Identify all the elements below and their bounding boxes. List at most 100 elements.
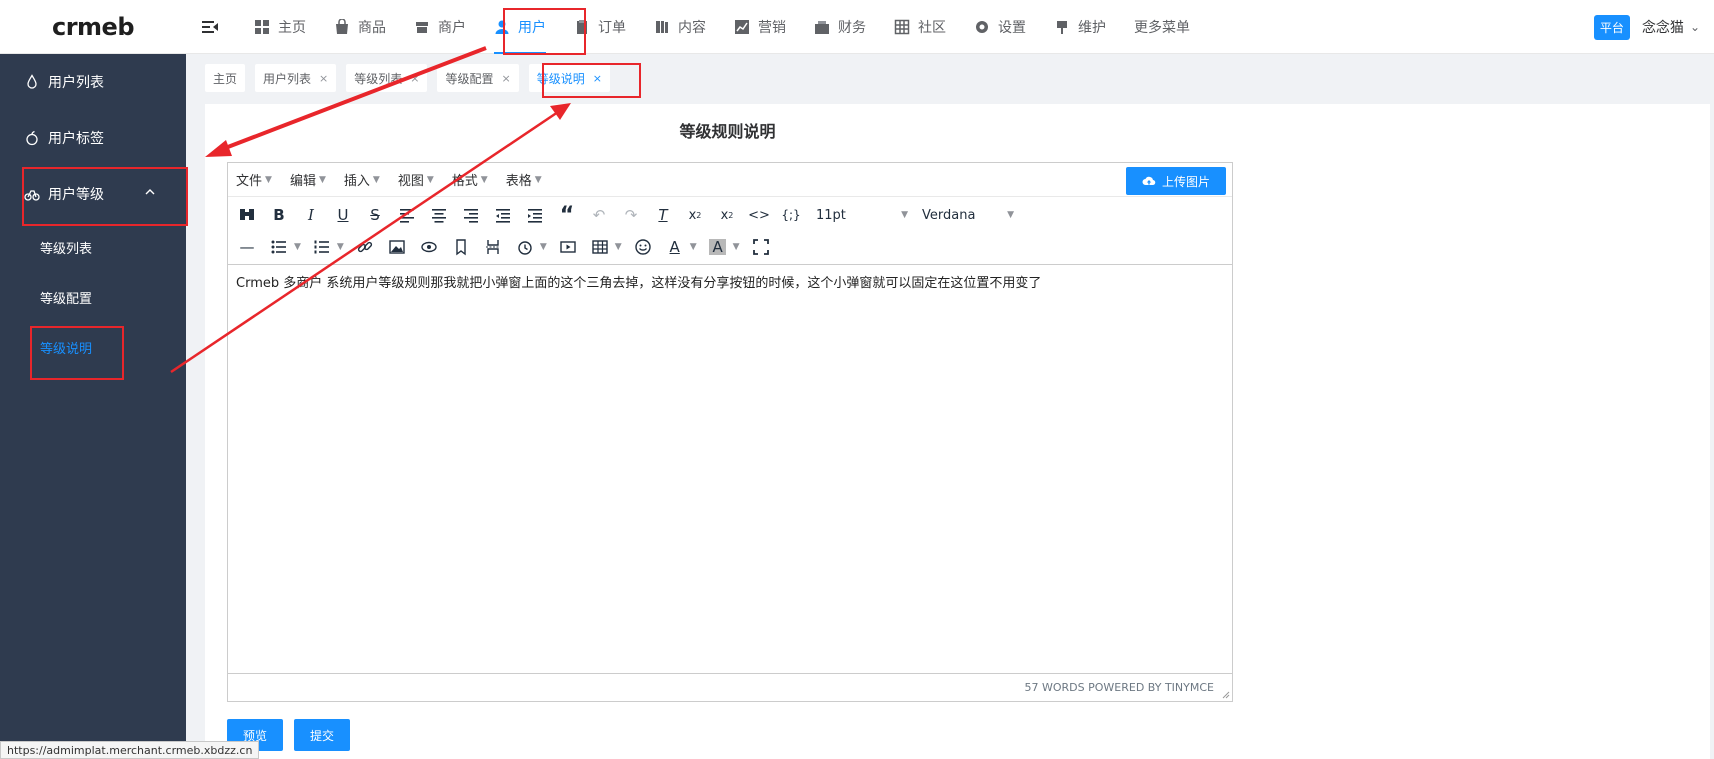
menu-view[interactable]: 视图 ▼: [398, 170, 434, 189]
sidebar-item-user-tags[interactable]: 用户标签: [0, 110, 186, 166]
bookmark-icon[interactable]: [448, 233, 474, 261]
align-right-icon[interactable]: [458, 201, 484, 229]
table-icon[interactable]: [587, 233, 613, 261]
close-icon[interactable]: ×: [410, 72, 419, 85]
numbered-list-icon[interactable]: [309, 233, 335, 261]
code-icon[interactable]: <>: [746, 201, 772, 229]
redo-icon[interactable]: ↷: [618, 201, 644, 229]
top-bar: crmeb 主页 商品 商户 用户 订单 内容 营销 财务 社区 设置 维护 更…: [0, 0, 1714, 54]
user-name[interactable]: 念念猫: [1642, 17, 1684, 37]
outdent-icon[interactable]: [490, 201, 516, 229]
numbered-list-split[interactable]: ▼: [309, 233, 344, 261]
apple-icon: [26, 130, 38, 146]
nav-item-users[interactable]: 用户: [480, 0, 560, 54]
media-icon[interactable]: [555, 233, 581, 261]
font-family-value: Verdana: [922, 207, 976, 223]
submit-button[interactable]: 提交: [294, 719, 351, 751]
rich-text-editor: 文件 ▼ 编辑 ▼ 插入 ▼ 视图 ▼ 格式 ▼ 表格 ▼ 上传图片 B I U S: [227, 162, 1233, 702]
strikethrough-icon[interactable]: S: [362, 201, 388, 229]
fullscreen-icon[interactable]: [748, 233, 774, 261]
undo-icon[interactable]: ↶: [586, 201, 612, 229]
font-size-select[interactable]: 11pt ▼: [810, 201, 914, 229]
nav-item-community[interactable]: 社区: [880, 0, 960, 54]
page-break-icon[interactable]: [480, 233, 506, 261]
background-color-split[interactable]: A ▼: [705, 233, 740, 261]
italic-icon[interactable]: I: [298, 201, 324, 229]
nav-item-content[interactable]: 内容: [640, 0, 720, 54]
tab-bar: 主页 用户列表 × 等级列表 × 等级配置 × 等级说明 ×: [205, 64, 620, 94]
menu-table[interactable]: 表格 ▼: [506, 170, 542, 189]
close-icon[interactable]: ×: [593, 72, 602, 85]
nav-item-orders[interactable]: 订单: [560, 0, 640, 54]
text-color-icon[interactable]: A: [662, 233, 688, 261]
sidebar-item-user-level[interactable]: 用户等级: [0, 166, 186, 222]
menu-format[interactable]: 格式 ▼: [452, 170, 488, 189]
nav-item-products[interactable]: 商品: [320, 0, 400, 54]
bullet-list-split[interactable]: ▼: [266, 233, 301, 261]
grid-icon: [255, 20, 269, 34]
image-icon[interactable]: [384, 233, 410, 261]
preview-eye-icon[interactable]: [416, 233, 442, 261]
insert-datetime-split[interactable]: ▼: [512, 233, 547, 261]
font-size-value: 11pt: [816, 207, 846, 223]
table-split[interactable]: ▼: [587, 233, 622, 261]
nav-item-maintenance[interactable]: 维护: [1040, 0, 1120, 54]
bold-icon[interactable]: B: [266, 201, 292, 229]
font-family-select[interactable]: Verdana ▼: [916, 201, 1020, 229]
nav-item-more-menu[interactable]: 更多菜单: [1120, 0, 1204, 54]
nav-item-label: 主页: [278, 20, 306, 36]
tab-user-list[interactable]: 用户列表 ×: [255, 64, 337, 92]
superscript-icon[interactable]: x2: [714, 201, 740, 229]
indent-icon[interactable]: [522, 201, 548, 229]
close-icon[interactable]: ×: [319, 72, 328, 85]
tab-home[interactable]: 主页: [205, 64, 246, 92]
link-icon[interactable]: [352, 233, 378, 261]
nav-item-merchants[interactable]: 商户: [400, 0, 480, 54]
tab-level-list[interactable]: 等级列表 ×: [346, 64, 428, 92]
emoticon-icon[interactable]: [630, 233, 656, 261]
nav-item-finance[interactable]: 财务: [800, 0, 880, 54]
close-icon[interactable]: ×: [502, 72, 511, 85]
editor-statusbar: 57 WORDS POWERED BY TINYMCE: [228, 673, 1232, 701]
blockquote-icon[interactable]: “: [554, 201, 580, 229]
tab-level-config[interactable]: 等级配置 ×: [437, 64, 519, 92]
background-color-icon[interactable]: A: [705, 233, 731, 261]
menu-file[interactable]: 文件 ▼: [236, 170, 272, 189]
menu-insert[interactable]: 插入 ▼: [344, 170, 380, 189]
resize-handle-icon[interactable]: [1222, 691, 1230, 699]
editor-content[interactable]: Crmeb 多商户 系统用户等级规则那我就把小弹窗上面的这个三角去掉，这样没有分…: [236, 275, 1224, 293]
text-color-split[interactable]: A ▼: [662, 233, 697, 261]
tab-label: 用户列表: [263, 71, 312, 86]
bullet-list-icon[interactable]: [266, 233, 292, 261]
subscript-icon[interactable]: x2: [682, 201, 708, 229]
top-right-area: 平台 念念猫 ⌄: [1593, 0, 1700, 54]
menu-edit[interactable]: 编辑 ▼: [290, 170, 326, 189]
chevron-down-icon[interactable]: ⌄: [1690, 20, 1700, 34]
sidebar-subitem-label: 等级配置: [40, 291, 93, 307]
caret-down-icon: ▼: [336, 242, 344, 252]
code-sample-icon[interactable]: {;}: [778, 201, 804, 229]
sidebar-subitem-level-config[interactable]: 等级配置: [0, 272, 186, 322]
tab-level-description[interactable]: 等级说明 ×: [528, 64, 610, 92]
horizontal-line-icon[interactable]: —: [234, 233, 260, 261]
nav-item-marketing[interactable]: 营销: [720, 0, 800, 54]
nav-item-settings[interactable]: 设置: [960, 0, 1040, 54]
sidebar-item-user-list[interactable]: 用户列表: [0, 54, 186, 110]
sidebar-subitem-level-description[interactable]: 等级说明: [0, 322, 186, 372]
logo[interactable]: crmeb: [0, 0, 186, 54]
sidebar-subitem-level-list[interactable]: 等级列表: [0, 222, 186, 272]
align-center-icon[interactable]: [426, 201, 452, 229]
platform-badge[interactable]: 平台: [1593, 14, 1630, 40]
alarm-clock-icon[interactable]: [512, 233, 538, 261]
caret-down-icon: ▼: [1007, 210, 1014, 220]
menu-label: 插入: [343, 174, 370, 189]
find-replace-icon[interactable]: [234, 201, 260, 229]
clear-formatting-icon[interactable]: T: [650, 201, 676, 229]
menu-fold-icon[interactable]: [200, 17, 220, 37]
nav-item-home[interactable]: 主页: [240, 0, 320, 54]
editor-menubar: 文件 ▼ 编辑 ▼ 插入 ▼ 视图 ▼ 格式 ▼ 表格 ▼ 上传图片: [228, 163, 1232, 197]
upload-image-button[interactable]: 上传图片: [1125, 167, 1226, 195]
align-left-icon[interactable]: [394, 201, 420, 229]
logo-text: crmeb: [51, 13, 135, 41]
underline-icon[interactable]: U: [330, 201, 356, 229]
